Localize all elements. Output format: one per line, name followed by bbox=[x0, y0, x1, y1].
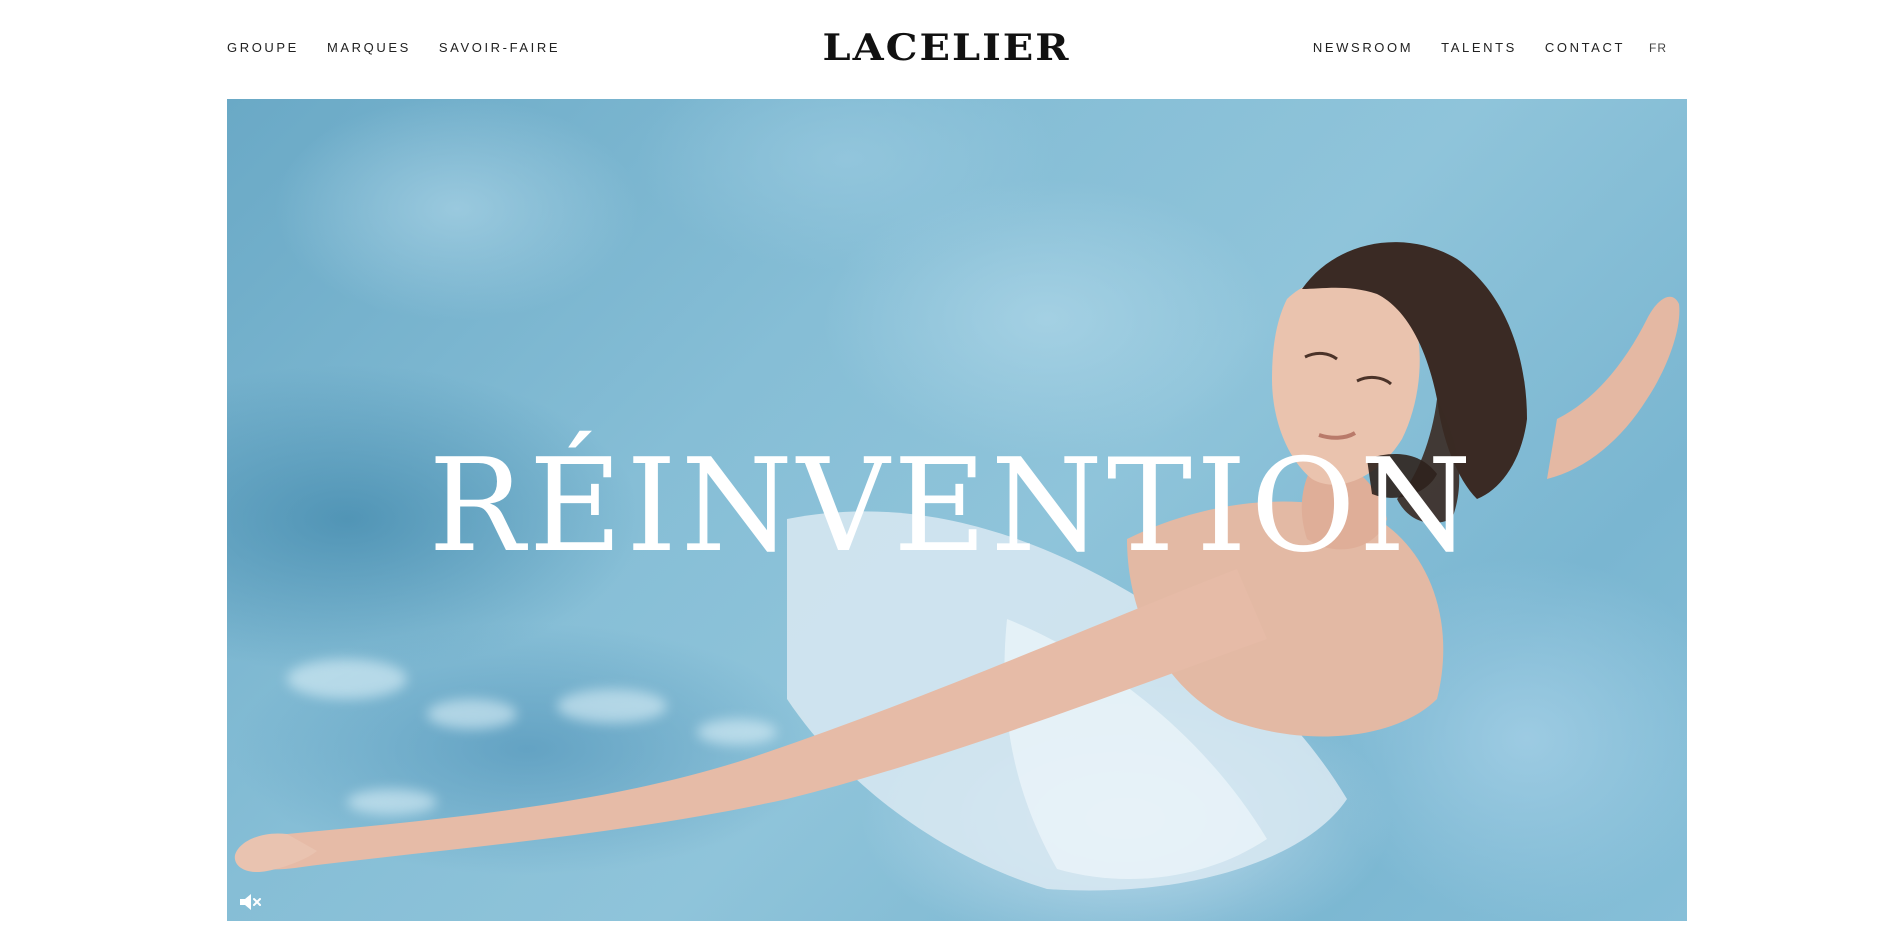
hero-title: RÉINVENTION bbox=[428, 432, 1476, 581]
nav-link-talents[interactable]: TALENTS bbox=[1441, 40, 1517, 56]
page: GROUPE MARQUES SAVOIR-FAIRE LACELIER NEW… bbox=[0, 0, 1893, 941]
hero-video[interactable]: RÉINVENTION bbox=[227, 99, 1687, 921]
primary-nav-right: NEWSROOM TALENTS CONTACT FR bbox=[1285, 40, 1667, 56]
nav-link-newsroom[interactable]: NEWSROOM bbox=[1313, 40, 1413, 56]
nav-link-marques[interactable]: MARQUES bbox=[327, 40, 411, 56]
mute-toggle-button[interactable] bbox=[237, 891, 263, 913]
site-header: GROUPE MARQUES SAVOIR-FAIRE LACELIER NEW… bbox=[0, 0, 1893, 99]
primary-nav-left: GROUPE MARQUES SAVOIR-FAIRE bbox=[227, 40, 588, 56]
nav-link-groupe[interactable]: GROUPE bbox=[227, 40, 299, 56]
nav-link-contact[interactable]: CONTACT bbox=[1545, 40, 1625, 56]
nav-link-savoir-faire[interactable]: SAVOIR-FAIRE bbox=[439, 40, 560, 56]
speaker-muted-icon bbox=[240, 894, 261, 910]
language-switcher[interactable]: FR bbox=[1649, 40, 1667, 56]
brand-logo[interactable]: LACELIER bbox=[822, 27, 1070, 68]
